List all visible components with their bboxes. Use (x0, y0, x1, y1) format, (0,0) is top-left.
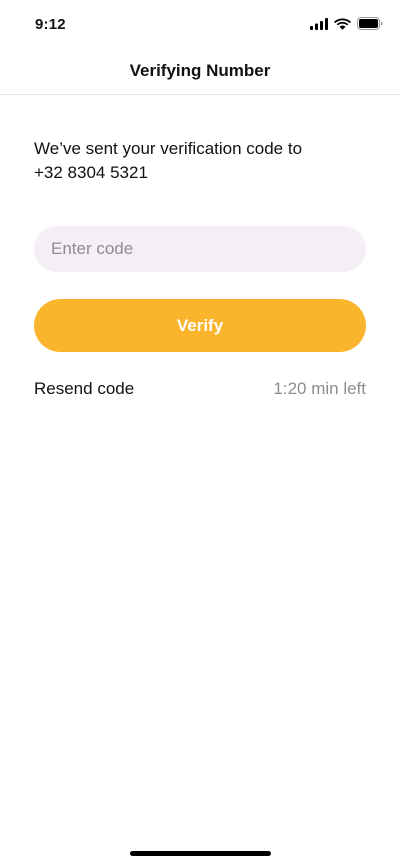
status-bar: 9:12 (0, 0, 400, 50)
resend-code-link[interactable]: Resend code (34, 379, 134, 399)
verify-button[interactable]: Verify (34, 299, 366, 352)
wifi-icon (334, 17, 351, 35)
countdown-timer: 1:20 min left (273, 379, 366, 398)
status-time: 9:12 (35, 16, 66, 33)
battery-icon (357, 17, 383, 35)
nav-bar: Verifying Number (0, 50, 400, 95)
phone-number: +32 8304 5321 (34, 163, 148, 182)
resend-row: Resend code 1:20 min left (34, 379, 366, 401)
page-title: Verifying Number (129, 61, 271, 80)
status-icons (310, 17, 383, 35)
verification-message: We’ve sent your verification code to +32… (34, 137, 369, 185)
cellular-signal-icon (310, 17, 328, 35)
code-input[interactable] (34, 226, 366, 272)
home-indicator (130, 851, 271, 856)
message-text: We’ve sent your verification code to (34, 139, 303, 158)
